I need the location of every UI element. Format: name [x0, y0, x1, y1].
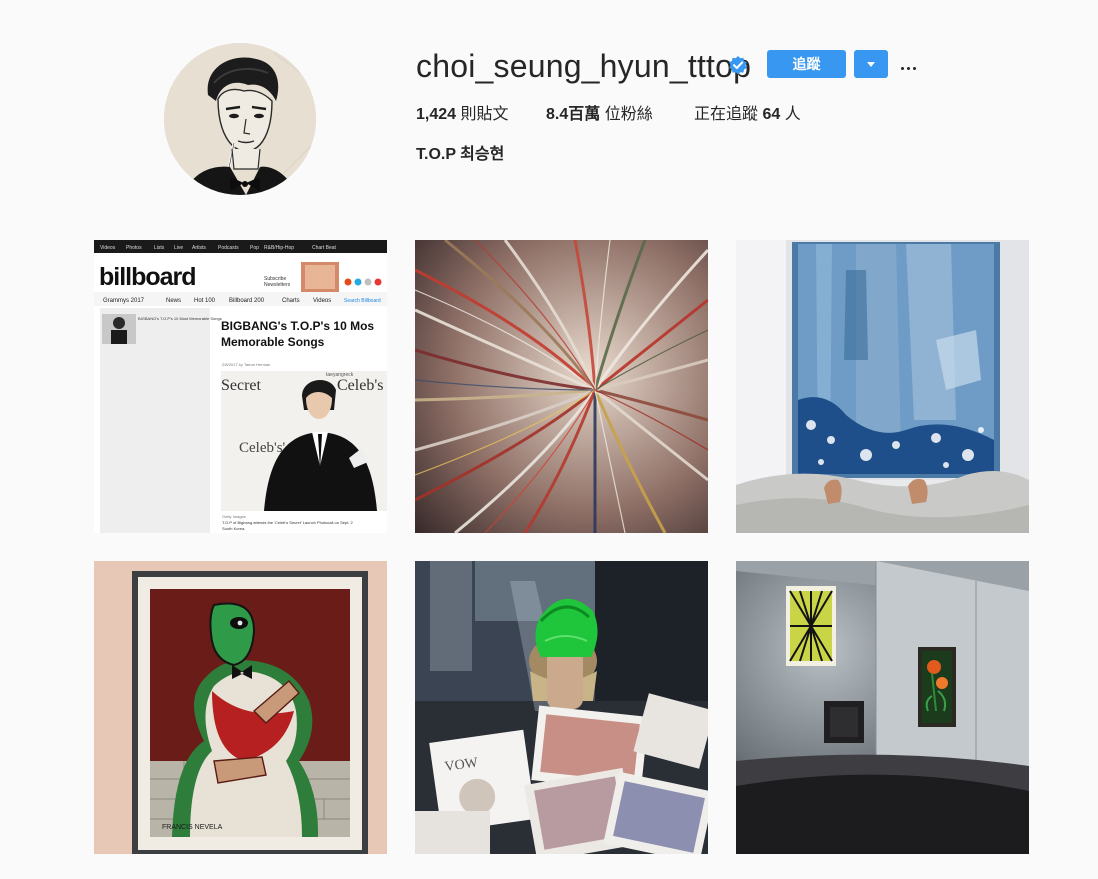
post-thumbnail-billboard[interactable]: Videos Photos Lists Live Artists Podcast…	[94, 240, 387, 533]
alien-painting-image: FRANCIS NEVELA	[94, 561, 387, 854]
bb-nav-2: Lists	[154, 245, 165, 251]
svg-text:Getty Images: Getty Images	[222, 514, 246, 519]
bb-tab-1: News	[166, 298, 181, 304]
bb-caption-2: South Korea.	[222, 526, 245, 531]
bb-tab-0: Grammys 2017	[103, 298, 145, 304]
bb-byline: 2/8/2017 by Tamar Herman	[222, 362, 270, 367]
blue-painting-image	[736, 240, 1029, 533]
post-thumbnail-green-wig[interactable]: VOW	[415, 561, 708, 854]
bb-tab-6: Search Billboard	[344, 298, 381, 304]
bb-nav-6: Pop	[250, 245, 259, 251]
profile-avatar	[164, 43, 316, 195]
post-thumbnail-alien-painting[interactable]: FRANCIS NEVELA	[94, 561, 387, 854]
bb-nav-0: Videos	[100, 245, 116, 251]
green-wig-image: VOW	[415, 561, 708, 854]
bb-backdrop-1: Secret	[221, 377, 262, 394]
bb-nav-3: Live	[174, 245, 183, 251]
bb-newsletters: Newsletters	[264, 282, 291, 288]
bb-caption: T.O.P of Bigbang attends the 'Celeb's Se…	[222, 520, 354, 525]
bb-nav-5: Podcasts	[218, 245, 239, 251]
bb-nav-8: Chart Beat	[312, 245, 337, 251]
post-thumbnail-art-room[interactable]	[736, 561, 1029, 854]
bb-headline-1: BIGBANG's T.O.P's 10 Mos	[221, 319, 374, 333]
bb-logo: billboard	[99, 263, 196, 291]
suggestions-dropdown-button[interactable]	[854, 50, 888, 78]
bb-backdrop-4: taeyangreck	[326, 372, 354, 378]
bb-tab-3: Billboard 200	[229, 298, 265, 304]
follow-button[interactable]: 追蹤	[767, 50, 846, 78]
painting-signature: FRANCIS NEVELA	[162, 824, 223, 831]
post-thumbnail-abstract-streaks[interactable]	[415, 240, 708, 533]
art-room-image	[736, 561, 1029, 854]
verified-badge-icon	[729, 56, 747, 75]
abstract-streaks-image	[415, 240, 708, 533]
bb-side-title: BIGBANG's T.O.P's 10 Most Memorable Song…	[138, 316, 222, 321]
posts-count: 1,424 則貼文	[416, 106, 509, 123]
post-thumbnail-blue-painting[interactable]	[736, 240, 1029, 533]
bb-tab-2: Hot 100	[194, 298, 216, 304]
following-link[interactable]: 正在追蹤 64 人	[694, 104, 801, 126]
bb-backdrop-2: Celeb's	[337, 377, 383, 394]
bb-nav-7: R&B/Hip-Hop	[264, 245, 294, 251]
more-options-icon	[897, 67, 919, 70]
bb-nav-1: Photos	[126, 245, 142, 251]
followers-link[interactable]: 8.4百萬 位粉絲	[546, 104, 653, 126]
avatar-portrait-image	[164, 43, 316, 195]
bb-nav-4: Artists	[192, 245, 206, 251]
bb-tab-5: Videos	[313, 298, 331, 304]
profile-full-name: T.O.P 최승현	[416, 146, 505, 163]
bb-headline-2: Memorable Songs	[221, 335, 325, 349]
bb-tab-4: Charts	[282, 298, 300, 304]
profile-username: choi_seung_hyun_tttop	[416, 48, 752, 84]
caret-down-icon	[867, 62, 875, 67]
more-options-button[interactable]	[897, 53, 919, 75]
